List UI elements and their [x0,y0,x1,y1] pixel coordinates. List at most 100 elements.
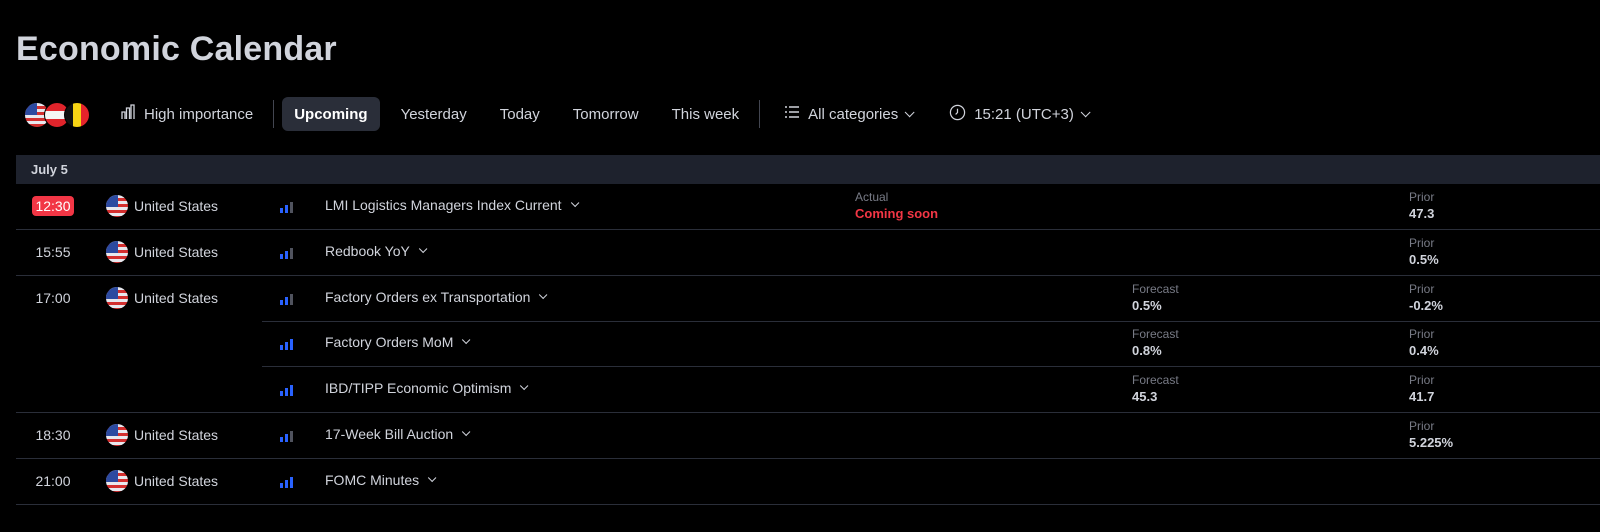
date-group-header: July 5 [16,155,1600,184]
event-time: 17:00 [35,290,71,306]
actual-label: Actual [855,190,889,204]
event-time: 18:30 [35,427,71,443]
economic-calendar-page: Economic Calendar High importance Upcomi… [0,0,1600,532]
chevron-down-icon [539,290,548,300]
event-name: FOMC Minutes [325,472,420,488]
prior-label: Prior [1409,327,1435,341]
event-name-toggle[interactable]: Redbook YoY [325,243,428,259]
event-row[interactable]: Factory Orders MoM Forecast 0.8% Prior 0.4% [16,321,1600,367]
importance-bar [290,385,293,396]
event-name: IBD/TIPP Economic Optimism [325,380,512,396]
toolbar-divider [759,100,761,128]
importance-bar [290,294,293,305]
importance-bar [285,342,288,350]
toolbar-divider [273,100,275,128]
tab-this-week[interactable]: This week [660,97,752,131]
event-name-toggle[interactable]: 17-Week Bill Auction [325,426,471,442]
prior-label: Prior [1409,282,1435,296]
prior-cell: Prior 5.225% [1409,418,1453,451]
event-country: United States [105,423,218,447]
prior-cell: Prior 0.5% [1409,235,1439,268]
prior-value: 0.5% [1409,252,1439,267]
timezone-dropdown[interactable]: 15:21 (UTC+3) [937,97,1099,131]
timezone-label: 15:21 (UTC+3) [974,105,1074,123]
country-name: United States [134,473,219,489]
categories-dropdown[interactable]: All categories [772,97,923,131]
prior-cell: Prior -0.2% [1409,281,1443,314]
event-country: United States [105,240,218,264]
clock-icon [949,104,966,125]
importance-bar [290,248,293,259]
importance-bar [285,297,288,305]
country-filter-button[interactable] [24,100,100,128]
page-title: Economic Calendar [16,30,337,68]
event-row[interactable]: 21:00 United States FOMC Minutes [16,459,1600,505]
importance-icon [280,430,294,442]
importance-bar [290,202,293,213]
us-flag-icon [105,286,129,310]
toolbar: High importance Upcoming Yesterday Today… [16,96,1099,132]
event-country: United States [105,194,218,218]
event-name: LMI Logistics Managers Index Current [325,197,562,213]
event-name-toggle[interactable]: IBD/TIPP Economic Optimism [325,380,529,396]
event-name: Redbook YoY [325,243,410,259]
prior-label: Prior [1409,236,1435,250]
importance-bar [280,208,283,213]
us-flag-icon [105,240,129,264]
row-divider [16,504,1600,505]
prior-label: Prior [1409,419,1435,433]
importance-bar [280,254,283,259]
importance-bar [280,483,283,488]
event-time: 15:55 [35,244,71,260]
forecast-label: Forecast [1132,327,1179,341]
event-row[interactable]: 17:00 United States Factory Orders ex Tran… [16,276,1600,322]
bar-chart-icon [120,104,136,124]
event-name: 17-Week Bill Auction [325,426,454,442]
event-row[interactable]: IBD/TIPP Economic Optimism Forecast 45.3 Pr… [16,367,1600,413]
importance-icon [280,476,294,488]
tab-tomorrow[interactable]: Tomorrow [561,97,651,131]
event-country: United States [105,286,218,310]
prior-cell: Prior 47.3 [1409,189,1434,222]
importance-bar [290,477,293,488]
tab-today[interactable]: Today [488,97,552,131]
high-importance-button[interactable]: High importance [108,97,265,131]
actual-value: Coming soon [855,206,939,221]
chevron-down-icon [570,198,579,208]
chevron-down-icon [462,335,471,345]
importance-bar [280,391,283,396]
event-row[interactable]: 12:30 United States LMI Logistics Managers… [16,184,1600,230]
tab-yesterday[interactable]: Yesterday [389,97,479,131]
actual-cell: Actual Coming soon [855,189,938,222]
importance-bar [280,437,283,442]
event-name-toggle[interactable]: LMI Logistics Managers Index Current [325,197,579,213]
country-name: United States [134,290,219,306]
prior-label: Prior [1409,373,1435,387]
high-importance-label: High importance [144,105,254,123]
importance-icon [280,384,294,396]
event-name-toggle[interactable]: Factory Orders ex Transportation [325,289,548,305]
importance-icon [280,247,294,259]
forecast-value: 0.8% [1132,343,1162,358]
tab-upcoming[interactable]: Upcoming [282,97,380,131]
event-row[interactable]: 15:55 United States Redbook YoY Prior 0.5% [16,230,1600,276]
chevron-down-icon [418,244,428,254]
prior-value: 47.3 [1409,206,1435,221]
prior-cell: Prior 0.4% [1409,326,1439,359]
event-name: Factory Orders ex Transportation [325,289,531,305]
forecast-value: 0.5% [1132,298,1162,313]
prior-label: Prior [1409,190,1435,204]
event-name-toggle[interactable]: Factory Orders MoM [325,334,471,350]
importance-bar [290,339,293,350]
prior-value: 0.4% [1409,343,1439,358]
event-row[interactable]: 18:30 United States 17-Week Bill Auction Pr… [16,413,1600,459]
event-time: 21:00 [35,473,71,489]
date-label: July 5 [31,162,68,177]
importance-bar [285,434,288,442]
chevron-down-icon [428,473,437,483]
forecast-label: Forecast [1132,282,1179,296]
importance-bar [285,480,288,488]
event-name-toggle[interactable]: FOMC Minutes [325,472,437,488]
prior-value: -0.2% [1409,298,1443,313]
importance-bar [285,205,288,213]
